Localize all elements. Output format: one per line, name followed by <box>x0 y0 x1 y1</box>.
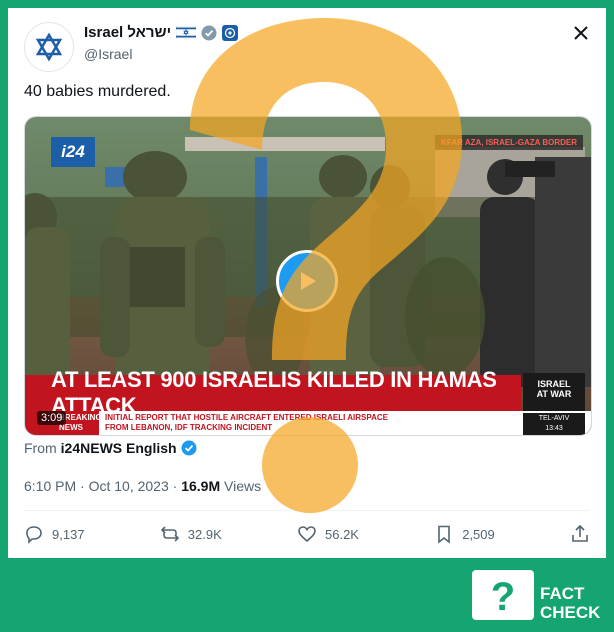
news-ticker: INITIAL REPORT THAT HOSTILE AIRCRAFT ENT… <box>105 413 425 433</box>
factcheck-logo: ? FACT CHECK <box>472 570 601 622</box>
svg-text:?: ? <box>491 575 515 619</box>
channel-logo: i24 <box>51 137 95 167</box>
israel-flag-icon <box>176 26 197 39</box>
ticker-line-2: FROM LEBANON, IDF TRACKING INCIDENT <box>105 423 273 432</box>
war-box-line-1: ISRAEL <box>537 379 571 389</box>
war-box: ISRAEL AT WAR <box>523 373 585 413</box>
bookmark-icon <box>438 525 451 544</box>
views-label: Views <box>224 478 262 494</box>
video-player[interactable]: i24 KFAR AZA, ISRAEL-GAZA BORDER AT LEAS… <box>24 116 592 436</box>
play-icon <box>301 272 316 290</box>
repost-count: 32.9K <box>187 526 222 542</box>
source-attribution: From i24NEWS English <box>24 440 197 456</box>
timezone-box: TEL-AVIV 13:43 <box>523 413 585 435</box>
news-headline: AT LEAST 900 ISRAELIS KILLED IN HAMAS AT… <box>25 367 521 418</box>
handle[interactable]: @Israel <box>84 46 132 62</box>
name-row: Israel ישראל <box>84 24 239 41</box>
source-name[interactable]: i24NEWS English <box>61 440 177 456</box>
bookmark-button[interactable]: 2,509 <box>434 524 495 544</box>
source-prefix: From <box>24 440 57 456</box>
star-of-david-icon <box>35 32 63 62</box>
tweet-time[interactable]: 6:10 PM <box>24 478 76 494</box>
tweet-meta: 6:10 PM · Oct 10, 2023 · 16.9M Views <box>24 478 261 494</box>
close-icon[interactable] <box>572 24 590 42</box>
share-icon <box>572 524 588 542</box>
bookmark-count: 2,509 <box>462 526 495 542</box>
reply-count: 9,137 <box>52 526 85 542</box>
timezone-city: TEL-AVIV <box>538 415 570 422</box>
breaking-line-2: NEWS <box>59 423 83 432</box>
meta-separator: · <box>172 478 182 494</box>
like-count: 56.2K <box>325 526 359 542</box>
tweet-card: Israel ישראל @Israel 40 babies murdered. <box>8 8 606 558</box>
display-name[interactable]: Israel ישראל <box>84 24 171 41</box>
meta-separator: · <box>80 478 89 494</box>
verified-badge-icon <box>181 440 197 456</box>
tweet-date[interactable]: Oct 10, 2023 <box>89 478 169 494</box>
gray-verified-badge-icon <box>201 25 217 40</box>
avatar[interactable] <box>24 22 74 72</box>
share-button[interactable] <box>570 524 590 544</box>
war-box-line-2: AT WAR <box>536 389 572 399</box>
views-count: 16.9M <box>181 478 221 494</box>
tweet-text: 40 babies murdered. <box>24 83 171 100</box>
factcheck-word-2: CHECK <box>540 603 601 622</box>
repost-icon <box>160 526 179 542</box>
ticker-line-1: INITIAL REPORT THAT HOSTILE AIRCRAFT ENT… <box>105 413 388 422</box>
divider <box>24 510 590 511</box>
repost-button[interactable]: 32.9K <box>160 524 222 544</box>
reply-icon <box>26 526 42 544</box>
location-strip: KFAR AZA, ISRAEL-GAZA BORDER <box>435 135 583 150</box>
reply-button[interactable]: 9,137 <box>24 524 85 544</box>
like-button[interactable]: 56.2K <box>297 524 359 544</box>
video-duration: 3:09 <box>37 411 67 425</box>
timezone-time: 13:43 <box>545 425 563 432</box>
play-button[interactable] <box>276 250 338 312</box>
heart-icon <box>298 526 316 543</box>
factcheck-word-1: FACT <box>540 584 585 603</box>
action-bar: 9,137 32.9K 56.2K 2,509 <box>24 524 590 544</box>
government-emblem-icon <box>222 24 239 41</box>
